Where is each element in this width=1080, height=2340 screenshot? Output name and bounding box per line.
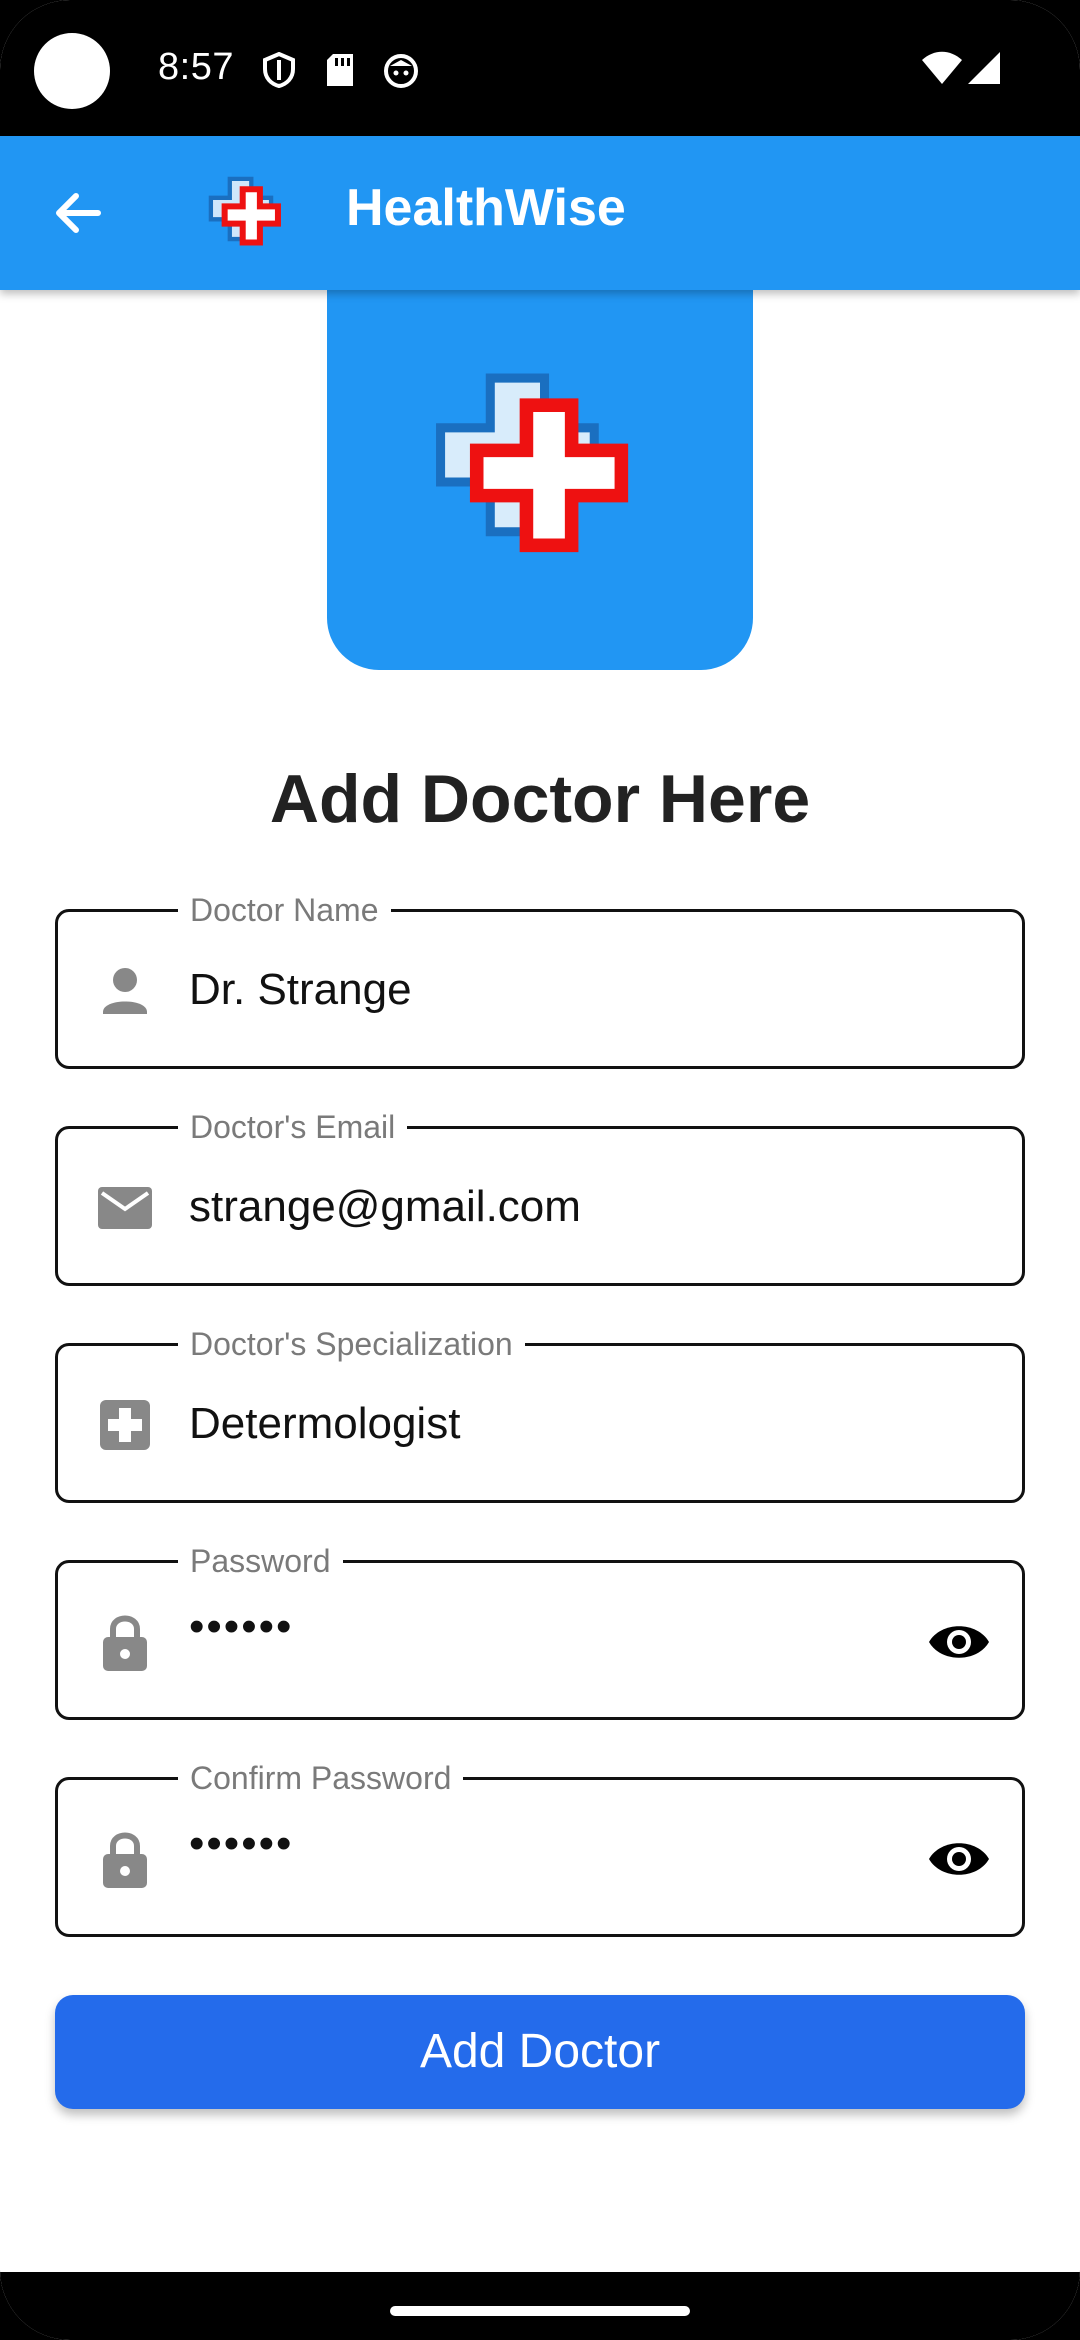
doctor-specialization-input[interactable]: Determologist bbox=[189, 1398, 460, 1450]
doctor-name-field[interactable]: Doctor Name Dr. Strange bbox=[55, 890, 1025, 1069]
eye-icon[interactable] bbox=[926, 1826, 992, 1892]
password-input[interactable]: •••••• bbox=[189, 1601, 293, 1653]
cat-face-icon bbox=[384, 54, 418, 88]
field-label: Doctor Name bbox=[178, 890, 391, 930]
password-field[interactable]: Password •••••• bbox=[55, 1541, 1025, 1720]
page-title: Add Doctor Here bbox=[269, 761, 811, 837]
sd-card-icon bbox=[327, 54, 353, 86]
mail-icon bbox=[98, 1187, 152, 1229]
signal-icon bbox=[968, 52, 1000, 84]
hero-logo-card bbox=[327, 270, 753, 670]
home-indicator[interactable] bbox=[390, 2306, 690, 2316]
doctor-email-input[interactable]: strange@gmail.com bbox=[189, 1181, 581, 1233]
arrow-back-icon[interactable] bbox=[42, 178, 112, 248]
medical-cross-logo bbox=[436, 373, 629, 553]
system-nav-bar bbox=[0, 2272, 1080, 2340]
field-label: Confirm Password bbox=[178, 1758, 464, 1798]
confirm-password-input[interactable]: •••••• bbox=[189, 1818, 293, 1870]
status-bar: 8:57 bbox=[0, 0, 1080, 136]
field-label: Password bbox=[178, 1541, 343, 1581]
app-title: HealthWise bbox=[346, 179, 626, 237]
lock-icon bbox=[103, 1615, 147, 1671]
person-icon bbox=[103, 968, 147, 1014]
medical-plus-icon bbox=[100, 1400, 150, 1450]
medical-cross-logo bbox=[208, 176, 281, 246]
camera-cutout bbox=[34, 33, 110, 109]
status-time: 8:57 bbox=[158, 46, 234, 88]
eye-icon[interactable] bbox=[926, 1609, 992, 1675]
lock-icon bbox=[103, 1832, 147, 1888]
app-bar: HealthWise bbox=[0, 136, 1080, 290]
doctor-name-input[interactable]: Dr. Strange bbox=[189, 964, 412, 1016]
confirm-password-field[interactable]: Confirm Password •••••• bbox=[55, 1758, 1025, 1937]
doctor-email-field[interactable]: Doctor's Email strange@gmail.com bbox=[55, 1107, 1025, 1286]
field-label: Doctor's Specialization bbox=[178, 1324, 525, 1364]
shield-icon bbox=[263, 52, 295, 88]
add-doctor-button[interactable]: Add Doctor bbox=[55, 1995, 1025, 2109]
field-label: Doctor's Email bbox=[178, 1107, 408, 1147]
wifi-icon bbox=[922, 51, 962, 84]
doctor-specialization-field[interactable]: Doctor's Specialization Determologist bbox=[55, 1324, 1025, 1503]
app-screen: 8:57 HealthWise Add Doctor Here Doctor N… bbox=[0, 0, 1080, 2340]
